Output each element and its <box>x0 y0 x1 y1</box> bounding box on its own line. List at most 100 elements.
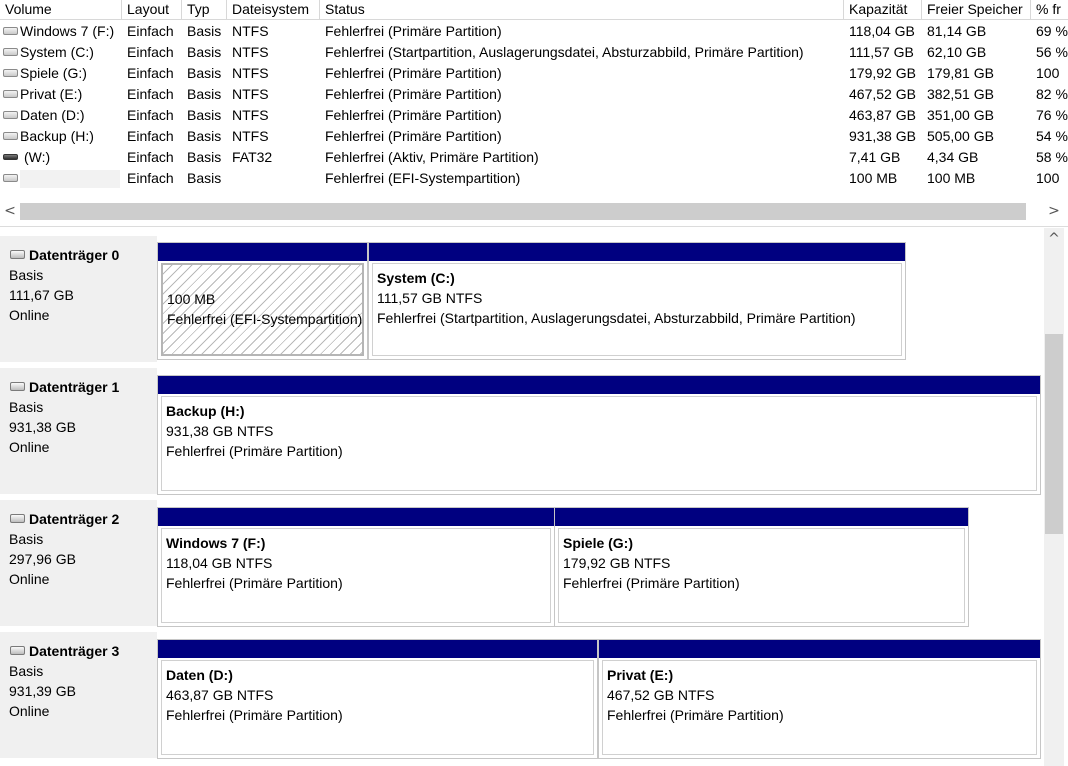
disk-name: Datenträger 1 <box>29 379 120 395</box>
volume-name: Privat (E:) <box>20 86 83 102</box>
partition-body: Backup (H:) 931,38 GB NTFS Fehlerfrei (P… <box>161 396 1037 491</box>
partition-backup-h[interactable]: Backup (H:) 931,38 GB NTFS Fehlerfrei (P… <box>157 375 1041 495</box>
volume-row[interactable]: System (C:) Einfach Basis NTFS Fehlerfre… <box>0 42 1068 63</box>
volume-filesystem: NTFS <box>232 65 269 81</box>
column-header-free-space[interactable]: Freier Speicher <box>922 0 1031 20</box>
horizontal-scrollbar[interactable]: < > <box>0 202 1068 221</box>
volume-row[interactable]: Daten (D:) Einfach Basis NTFS Fehlerfrei… <box>0 105 1068 126</box>
partition-privat-e[interactable]: Privat (E:) 467,52 GB NTFS Fehlerfrei (P… <box>598 639 1041 759</box>
partition-size: 179,92 GB NTFS <box>563 555 671 571</box>
drive-icon <box>3 111 18 119</box>
volume-percent-free: 56 % <box>1036 44 1068 60</box>
partition-efi[interactable]: 100 MB Fehlerfrei (EFI-Systempartition) <box>157 242 368 360</box>
volume-status: Fehlerfrei (Primäre Partition) <box>325 107 502 123</box>
partition-size: 467,52 GB NTFS <box>607 687 715 703</box>
column-header-layout[interactable]: Layout <box>122 0 182 20</box>
partition-bar <box>158 376 1040 394</box>
drive-icon <box>3 174 18 182</box>
disk-type: Basis <box>9 267 44 283</box>
partition-body: Spiele (G:) 179,92 GB NTFS Fehlerfrei (P… <box>558 528 965 623</box>
volume-filesystem: NTFS <box>232 86 269 102</box>
volume-status: Fehlerfrei (Primäre Partition) <box>325 128 502 144</box>
volume-layout: Einfach <box>127 86 174 102</box>
column-header-filesystem[interactable]: Dateisystem <box>227 0 320 20</box>
volume-layout: Einfach <box>127 170 174 186</box>
column-header-capacity[interactable]: Kapazität <box>844 0 922 20</box>
disk-name: Datenträger 2 <box>29 511 120 527</box>
partition-windows7-f[interactable]: Windows 7 (F:) 118,04 GB NTFS Fehlerfrei… <box>157 507 555 627</box>
column-header-status[interactable]: Status <box>320 0 844 20</box>
disk-0-label[interactable]: Datenträger 0 Basis 111,67 GB Online <box>0 236 157 364</box>
partition-body: Privat (E:) 467,52 GB NTFS Fehlerfrei (P… <box>602 660 1037 755</box>
volume-percent-free: 69 % <box>1036 23 1068 39</box>
partition-bar <box>369 243 905 261</box>
volume-row[interactable]: Windows 7 (F:) Einfach Basis NTFS Fehler… <box>0 21 1068 42</box>
volume-free: 100 MB <box>927 170 976 186</box>
volume-type: Basis <box>187 23 222 39</box>
partition-spiele-g[interactable]: Spiele (G:) 179,92 GB NTFS Fehlerfrei (P… <box>554 507 969 627</box>
partition-status: Fehlerfrei (Primäre Partition) <box>166 707 343 723</box>
disk-size: 297,96 GB <box>9 551 76 567</box>
partition-daten-d[interactable]: Daten (D:) 463,87 GB NTFS Fehlerfrei (Pr… <box>157 639 598 759</box>
partition-status: Fehlerfrei (Primäre Partition) <box>607 707 784 723</box>
volume-capacity: 118,04 GB <box>849 23 915 39</box>
drive-icon <box>3 27 18 35</box>
partition-size: 111,57 GB NTFS <box>377 290 483 306</box>
volume-layout: Einfach <box>127 44 174 60</box>
volume-capacity: 467,52 GB <box>849 86 916 102</box>
scroll-right-icon[interactable]: > <box>1044 202 1064 221</box>
scrollbar-thumb[interactable] <box>1045 334 1063 534</box>
partition-size: 931,38 GB NTFS <box>166 423 274 439</box>
volume-percent-free: 100 <box>1036 65 1060 81</box>
scroll-left-icon[interactable]: < <box>0 202 20 221</box>
volume-row[interactable]: Spiele (G:) Einfach Basis NTFS Fehlerfre… <box>0 63 1068 84</box>
disk-type: Basis <box>9 531 44 547</box>
disk-name: Datenträger 3 <box>29 643 120 659</box>
partition-name: Backup (H:) <box>166 403 245 419</box>
volume-name <box>20 170 120 188</box>
partition-body: Daten (D:) 463,87 GB NTFS Fehlerfrei (Pr… <box>161 660 594 755</box>
disk-3-label[interactable]: Datenträger 3 Basis 931,39 GB Online <box>0 632 157 760</box>
partition-name: Daten (D:) <box>166 667 233 683</box>
partition-status: Fehlerfrei (Primäre Partition) <box>166 575 343 591</box>
volume-name: Daten (D:) <box>20 107 85 123</box>
volume-filesystem: NTFS <box>232 44 269 60</box>
scrollbar-thumb[interactable] <box>20 203 1026 220</box>
disk-type: Basis <box>9 399 44 415</box>
column-header-type[interactable]: Typ <box>182 0 227 20</box>
volume-type: Basis <box>187 128 222 144</box>
volume-free: 62,10 GB <box>927 44 987 60</box>
volume-status: Fehlerfrei (Primäre Partition) <box>325 86 502 102</box>
disk-size: 931,39 GB <box>9 683 76 699</box>
disk-2-label[interactable]: Datenträger 2 Basis 297,96 GB Online <box>0 500 157 628</box>
partition-bar <box>555 508 968 526</box>
disk-1-label[interactable]: Datenträger 1 Basis 931,38 GB Online <box>0 368 157 496</box>
partition-status: Fehlerfrei (Primäre Partition) <box>563 575 740 591</box>
disk-type: Basis <box>9 663 44 679</box>
disk-state: Online <box>9 703 50 719</box>
partition-size: 118,04 GB NTFS <box>166 555 273 571</box>
volume-row[interactable]: Einfach Basis Fehlerfrei (EFI-Systempart… <box>0 168 1068 189</box>
partition-status: Fehlerfrei (EFI-Systempartition) <box>167 311 362 327</box>
volume-free: 4,34 GB <box>927 149 979 165</box>
volume-row[interactable]: Backup (H:) Einfach Basis NTFS Fehlerfre… <box>0 126 1068 147</box>
volume-name: Backup (H:) <box>20 128 94 144</box>
volume-type: Basis <box>187 44 222 60</box>
partition-bar <box>599 640 1040 658</box>
volume-row[interactable]: Privat (E:) Einfach Basis NTFS Fehlerfre… <box>0 84 1068 105</box>
volume-layout: Einfach <box>127 23 174 39</box>
volume-status: Fehlerfrei (Primäre Partition) <box>325 65 502 81</box>
volume-list: Volume Layout Typ Dateisystem Status Kap… <box>0 0 1068 226</box>
volume-percent-free: 82 % <box>1036 86 1068 102</box>
volume-status: Fehlerfrei (EFI-Systempartition) <box>325 170 521 186</box>
partition-system-c[interactable]: System (C:) 111,57 GB NTFS Fehlerfrei (S… <box>368 242 906 360</box>
volume-percent-free: 100 <box>1036 170 1060 186</box>
vertical-scrollbar[interactable]: ^ <box>1044 228 1064 766</box>
scroll-up-icon[interactable]: ^ <box>1044 230 1064 249</box>
column-header-percent-free[interactable]: % fr <box>1031 0 1068 20</box>
volume-row[interactable]: (W:) Einfach Basis FAT32 Fehlerfrei (Akt… <box>0 147 1068 168</box>
column-header-volume[interactable]: Volume <box>0 0 122 20</box>
disk-icon <box>10 382 25 391</box>
volume-layout: Einfach <box>127 107 174 123</box>
partition-name: Spiele (G:) <box>563 535 634 551</box>
